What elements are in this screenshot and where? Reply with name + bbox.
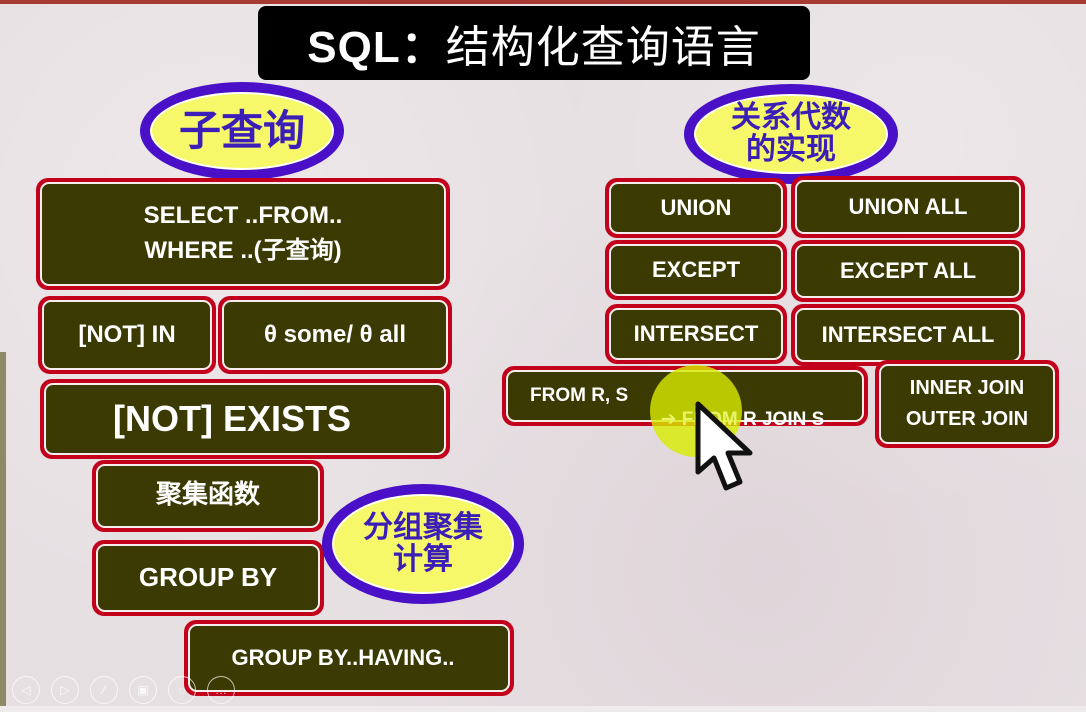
- except-all-label: EXCEPT ALL: [839, 258, 977, 284]
- left-edge-strip: [0, 352, 6, 712]
- algebra-oval-line2: 的实现: [746, 132, 836, 167]
- bottom-edge: [0, 706, 1086, 712]
- theta-some-all-box: θ some/ θ all: [218, 296, 452, 374]
- mouse-cursor-icon: [695, 401, 753, 491]
- title-text: 结构化查询语言: [445, 23, 761, 72]
- group-by-having-label: GROUP BY..HAVING..: [231, 645, 455, 671]
- intersect-box: INTERSECT: [605, 304, 787, 364]
- aggregate-function-label: 聚集函数: [155, 480, 260, 511]
- prev-icon[interactable]: ◁: [12, 676, 40, 704]
- union-box: UNION: [605, 178, 787, 238]
- union-label: UNION: [660, 195, 732, 221]
- arrow-icon: ➔: [660, 409, 677, 430]
- join-types-box: INNER JOIN OUTER JOIN: [875, 360, 1059, 448]
- inner-join-label: INNER JOIN: [909, 377, 1025, 399]
- not-exists-label: [NOT] EXISTS: [112, 397, 351, 439]
- group-oval-line2: 计算: [393, 542, 453, 577]
- union-all-box: UNION ALL: [791, 176, 1025, 238]
- group-by-box: GROUP BY: [92, 540, 324, 616]
- not-in-box: [NOT] IN: [38, 296, 216, 374]
- not-exists-box: [NOT] EXISTS: [40, 379, 450, 459]
- group-aggregate-oval: 分组聚集 计算: [322, 484, 524, 604]
- pen-icon[interactable]: ⁄: [90, 676, 118, 704]
- except-box: EXCEPT: [605, 240, 787, 300]
- next-icon[interactable]: ▷: [51, 676, 79, 704]
- relational-algebra-oval: 关系代数 的实现: [684, 84, 898, 184]
- intersect-all-label: INTERSECT ALL: [821, 322, 995, 348]
- select-line: SELECT ..FROM..: [143, 202, 343, 230]
- presentation-controls: ◁ ▷ ⁄ ▣ ◌ …: [12, 676, 235, 704]
- select-from-where-box: SELECT ..FROM.. WHERE ..(子查询): [36, 178, 450, 290]
- intersect-all-box: INTERSECT ALL: [791, 304, 1025, 366]
- subquery-oval: 子查询: [140, 82, 344, 180]
- title-prefix: SQL：: [307, 23, 446, 72]
- more-icon[interactable]: …: [207, 676, 235, 704]
- group-by-label: GROUP BY: [138, 562, 278, 593]
- intersect-label: INTERSECT: [633, 321, 759, 347]
- where-line: WHERE ..(子查询): [144, 237, 342, 264]
- outer-join-label: OUTER JOIN: [905, 408, 1029, 430]
- zoom-icon[interactable]: ◌: [168, 676, 196, 704]
- union-all-label: UNION ALL: [848, 194, 968, 220]
- slides-icon[interactable]: ▣: [129, 676, 157, 704]
- except-all-box: EXCEPT ALL: [791, 240, 1025, 302]
- except-label: EXCEPT: [651, 257, 741, 283]
- not-in-label: [NOT] IN: [78, 320, 176, 348]
- aggregate-function-box: 聚集函数: [92, 460, 324, 532]
- from-rs-label: FROM R, S: [530, 385, 629, 407]
- slide-title: SQL： 结构化查询语言: [258, 6, 810, 80]
- algebra-oval-line1: 关系代数: [731, 99, 851, 135]
- theta-some-all-label: θ some/ θ all: [264, 320, 406, 348]
- group-oval-line1: 分组聚集: [363, 509, 483, 545]
- subquery-oval-label: 子查询: [178, 106, 305, 156]
